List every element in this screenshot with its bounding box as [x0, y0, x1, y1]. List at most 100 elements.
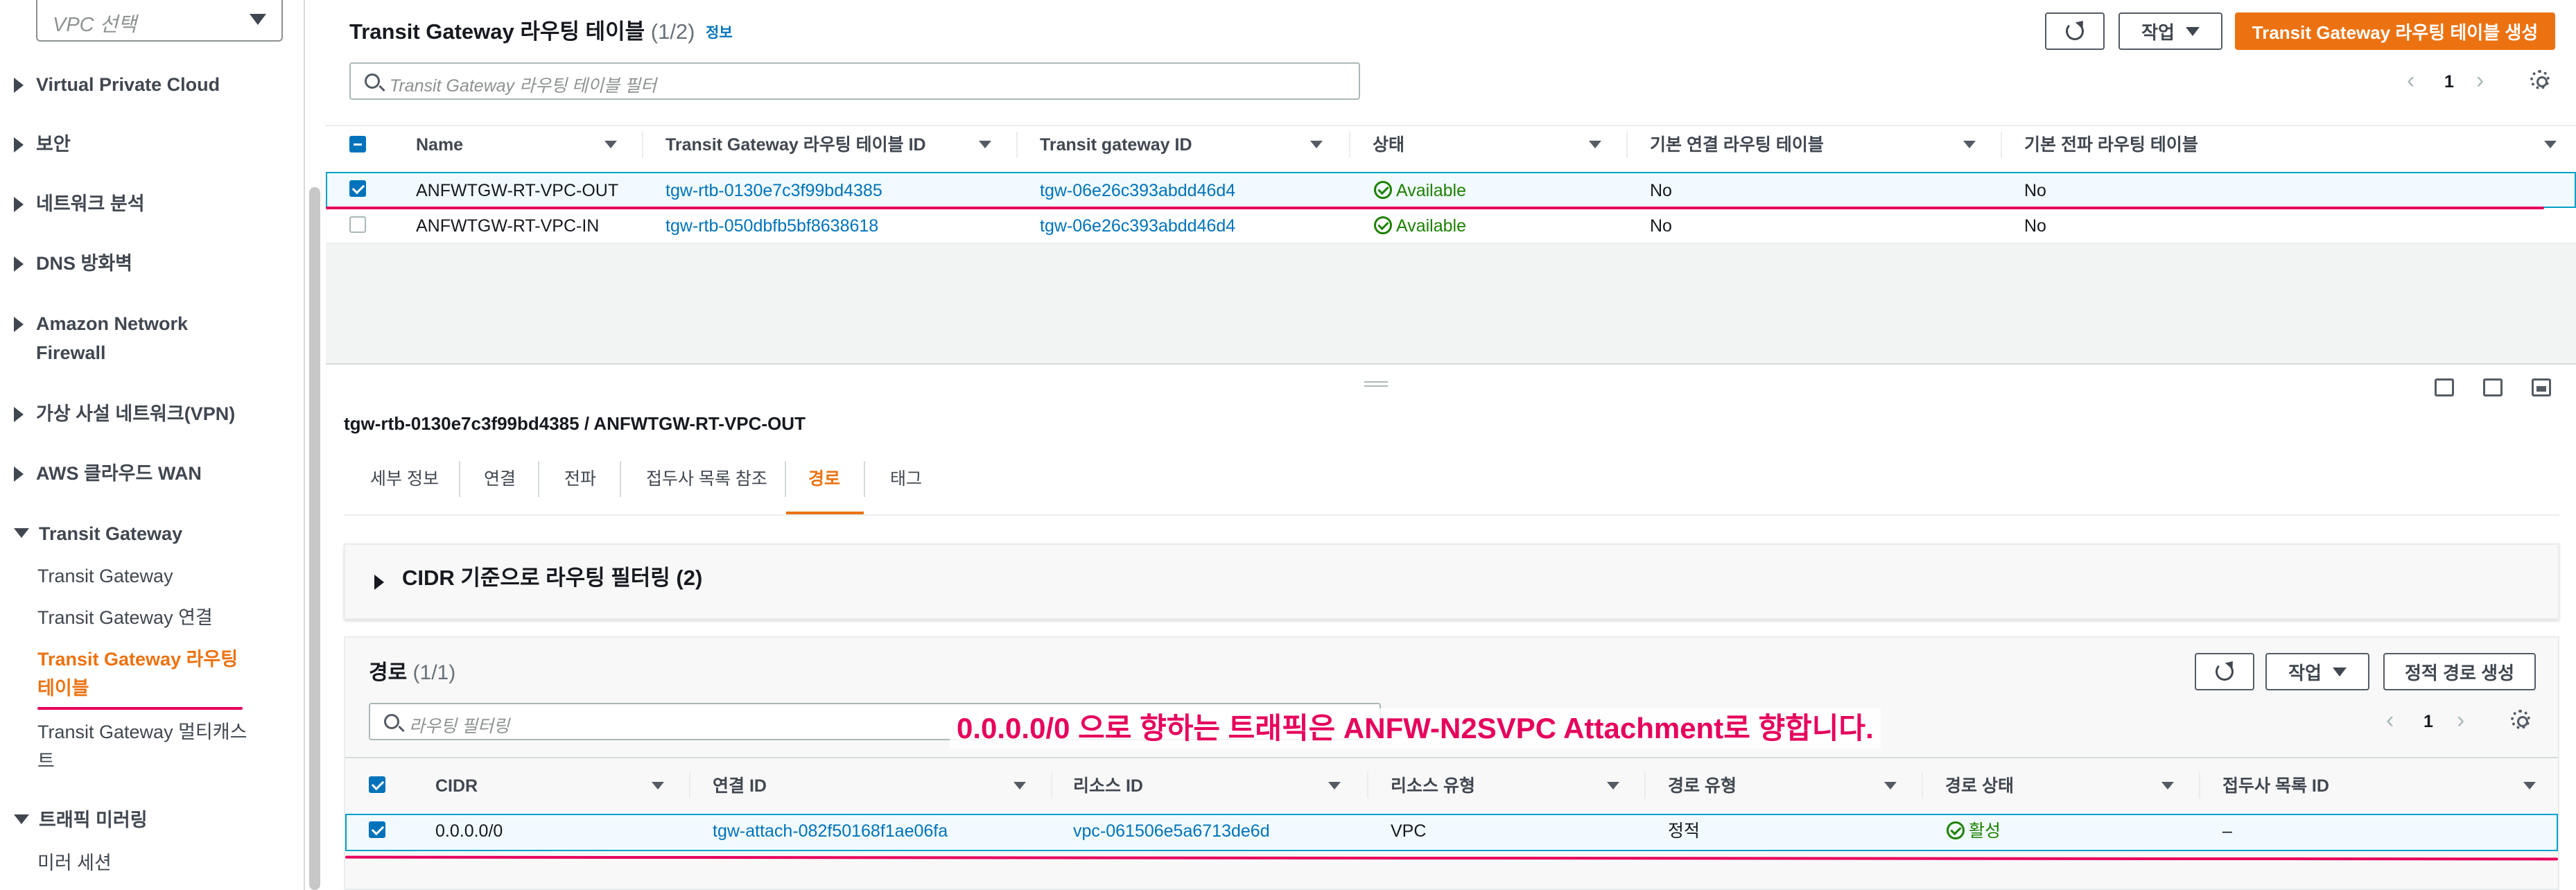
sidebar-item-tgw-multicast[interactable]: Transit Gateway 멀티캐스 트 [37, 717, 247, 776]
column-divider[interactable] [1644, 772, 1646, 799]
sidebar: VPC 선택 Virtual Private Cloud 보안 네트워크 분석 … [0, 0, 305, 890]
column-divider[interactable] [1626, 132, 1628, 158]
sidebar-item-tgw-route-tables[interactable]: Transit Gateway 라우팅 테이블 [37, 645, 238, 703]
sort-caret-icon[interactable] [2523, 782, 2536, 789]
sort-caret-icon[interactable] [979, 141, 991, 148]
sort-caret-icon[interactable] [2161, 782, 2174, 789]
sort-caret-icon[interactable] [604, 141, 617, 148]
sort-caret-icon[interactable] [652, 782, 664, 789]
column-divider[interactable] [2001, 132, 2002, 158]
row-default-propagation: No [2024, 216, 2046, 236]
drag-handle-icon[interactable] [1364, 381, 1388, 387]
info-link[interactable]: 정보 [706, 23, 733, 44]
column-divider[interactable] [642, 132, 643, 158]
row-attachment-id-link[interactable]: tgw-attach-082f50168f1ae06fa [713, 821, 948, 841]
col-header-cidr[interactable]: CIDR [435, 776, 478, 796]
sort-caret-icon[interactable] [1589, 141, 1601, 148]
sidebar-section-transit-gateway[interactable]: Transit Gateway [14, 519, 182, 548]
col-header-default-association[interactable]: 기본 연결 라우팅 테이블 [1650, 134, 1824, 155]
select-all-checkbox[interactable] [349, 136, 366, 152]
sidebar-item-transit-gateway[interactable]: Transit Gateway [37, 561, 173, 591]
column-divider[interactable] [1367, 772, 1368, 799]
col-header-status[interactable]: 상태 [1373, 134, 1404, 155]
sidebar-section-network-firewall[interactable]: Amazon Network Firewall [14, 309, 188, 367]
column-divider[interactable] [2199, 772, 2200, 799]
routes-actions-button[interactable]: 작업 [2265, 653, 2369, 690]
col-header-route-type[interactable]: 경로 유형 [1668, 776, 1737, 796]
search-placeholder: 라우팅 필터링 [409, 717, 510, 736]
row-checkbox[interactable] [349, 216, 366, 233]
sort-caret-icon[interactable] [1310, 141, 1323, 148]
next-page-icon[interactable]: › [2476, 69, 2484, 92]
sidebar-scrollbar[interactable] [309, 187, 320, 890]
create-static-route-button[interactable]: 정적 경로 생성 [2383, 653, 2536, 690]
prev-page-icon[interactable]: ‹ [2386, 708, 2394, 732]
col-header-default-propagation[interactable]: 기본 전파 라우팅 테이블 [2024, 134, 2198, 155]
vpc-select[interactable]: VPC 선택 [36, 0, 283, 42]
sidebar-item-tgw-attachments[interactable]: Transit Gateway 연결 [37, 603, 213, 632]
sidebar-section-cloud-wan[interactable]: AWS 클라우드 WAN [14, 459, 202, 488]
col-header-tgw-id[interactable]: Transit gateway ID [1040, 134, 1192, 155]
caret-right-icon [14, 78, 24, 93]
actions-label: 작업 [2141, 21, 2175, 43]
tab-prefix-list-references[interactable]: 접두사 목록 참조 [646, 469, 767, 489]
sort-caret-icon[interactable] [2544, 141, 2557, 148]
next-page-icon[interactable]: › [2457, 708, 2464, 732]
sidebar-item-mirror-sessions[interactable]: 미러 세션 [37, 848, 112, 878]
row-tgw-id-link[interactable]: tgw-06e26c393abdd46d4 [1040, 180, 1235, 201]
col-header-route-table-id[interactable]: Transit Gateway 라우팅 테이블 ID [665, 134, 926, 155]
col-header-resource-id[interactable]: 리소스 ID [1073, 776, 1143, 796]
tab-propagations[interactable]: 전파 [564, 469, 596, 489]
row-checkbox[interactable] [369, 821, 385, 838]
row-resource-id-link[interactable]: vpc-061506e5a6713de6d [1073, 821, 1270, 841]
col-header-prefix-list-id[interactable]: 접두사 목록 ID [2222, 776, 2329, 796]
tab-routes[interactable]: 경로 [808, 469, 840, 489]
col-header-attachment-id[interactable]: 연결 ID [713, 776, 767, 796]
refresh-button[interactable] [2045, 12, 2105, 50]
column-divider[interactable] [1016, 132, 1018, 158]
sort-caret-icon[interactable] [1328, 782, 1341, 789]
panel-side-icon[interactable] [2483, 378, 2503, 396]
sidebar-section-vpn[interactable]: 가상 사설 네트워크(VPN) [14, 399, 235, 428]
column-divider[interactable] [1349, 132, 1350, 158]
row-checkbox[interactable] [349, 180, 366, 197]
settings-gear-icon[interactable] [2530, 70, 2550, 89]
sort-caret-icon[interactable] [1607, 782, 1619, 789]
col-header-name[interactable]: Name [416, 134, 463, 155]
sidebar-section-vpc[interactable]: Virtual Private Cloud [14, 70, 220, 99]
caret-right-icon [14, 466, 24, 482]
sidebar-section-traffic-mirroring[interactable]: 트래픽 미러링 [14, 805, 148, 835]
sort-caret-icon[interactable] [1963, 141, 1976, 148]
actions-button[interactable]: 작업 [2118, 12, 2222, 50]
caret-right-icon [14, 256, 24, 272]
row-route-table-id-link[interactable]: tgw-rtb-0130e7c3f99bd4385 [665, 180, 882, 201]
panel-full-icon[interactable] [2532, 378, 2551, 396]
sidebar-section-network-analysis[interactable]: 네트워크 분석 [14, 189, 145, 218]
tabs-bottom-border [344, 514, 2559, 516]
tab-tags[interactable]: 태그 [890, 469, 922, 489]
tab-associations[interactable]: 연결 [484, 469, 516, 489]
page-number[interactable]: 1 [2444, 71, 2454, 92]
col-header-resource-type[interactable]: 리소스 유형 [1391, 776, 1475, 796]
row-tgw-id-link[interactable]: tgw-06e26c393abdd46d4 [1040, 216, 1235, 236]
sidebar-section-dns-firewall[interactable]: DNS 방화벽 [14, 249, 132, 278]
row-status: Available [1396, 181, 1467, 200]
prev-page-icon[interactable]: ‹ [2407, 69, 2414, 92]
settings-gear-icon[interactable] [2511, 710, 2530, 729]
sidebar-section-security[interactable]: 보안 [14, 130, 71, 159]
annotation-text: 0.0.0.0/0 으로 향하는 트래픽은 ANFW-N2SVPC Attach… [950, 708, 1881, 749]
tab-details[interactable]: 세부 정보 [370, 469, 439, 489]
column-divider[interactable] [689, 772, 690, 799]
routes-refresh-button[interactable] [2195, 653, 2254, 690]
select-all-checkbox[interactable] [369, 776, 385, 793]
sort-caret-icon[interactable] [1884, 782, 1897, 789]
sort-caret-icon[interactable] [1013, 782, 1026, 789]
route-table-search-input[interactable]: Transit Gateway 라우팅 테이블 필터 [349, 62, 1360, 100]
panel-bottom-icon[interactable] [2435, 378, 2454, 396]
page-number[interactable]: 1 [2423, 711, 2433, 732]
create-route-table-button[interactable]: Transit Gateway 라우팅 테이블 생성 [2235, 12, 2555, 50]
column-divider[interactable] [1051, 772, 1052, 799]
row-route-table-id-link[interactable]: tgw-rtb-050dbfb5bf8638618 [665, 216, 878, 236]
column-divider[interactable] [1922, 772, 1923, 799]
col-header-route-state[interactable]: 경로 상태 [1945, 776, 2014, 796]
